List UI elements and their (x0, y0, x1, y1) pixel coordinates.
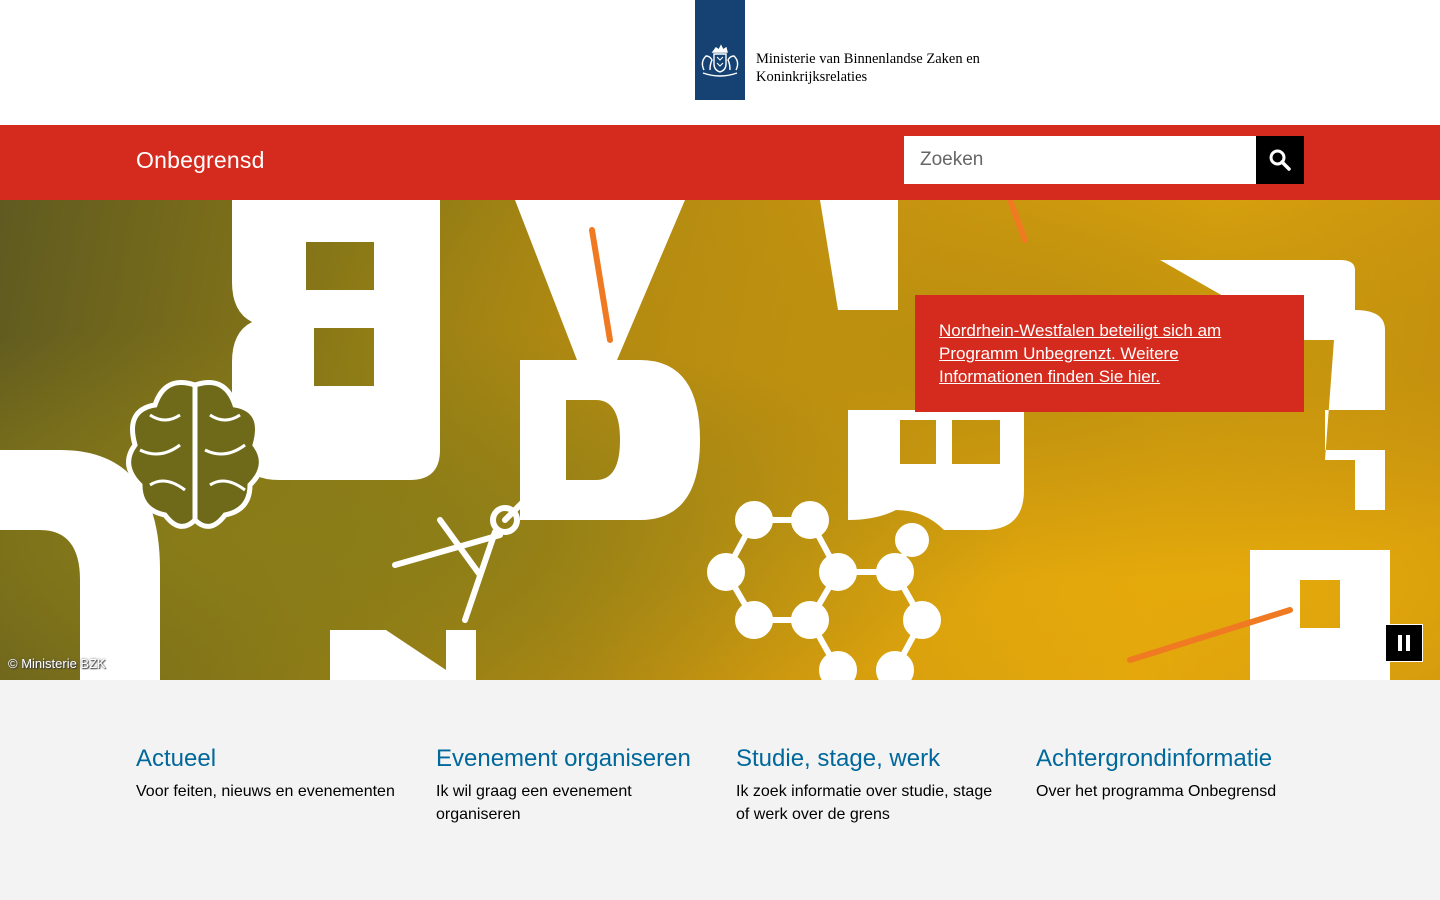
tile-description: Voor feiten, nieuws en evenementen (136, 783, 395, 800)
search-icon (1269, 149, 1291, 171)
tile-description: Ik wil graag een evenement organiseren (436, 783, 632, 823)
tile-title[interactable]: Actueel (136, 744, 406, 774)
pause-button[interactable] (1385, 624, 1423, 662)
tile-title[interactable]: Studie, stage, werk (736, 744, 1006, 774)
ministry-name[interactable]: Ministerie van Binnenlandse Zaken en Kon… (756, 50, 1016, 86)
search-button[interactable] (1256, 136, 1304, 184)
tile-title[interactable]: Evenement organiseren (436, 744, 706, 774)
site-title[interactable]: Onbegrensd (136, 147, 265, 174)
tile-description: Ik zoek informatie over studie, stage of… (736, 783, 993, 823)
tile-achtergrondinformatie: Achtergrondinformatie Over het programma… (1036, 744, 1306, 803)
tile-actueel: Actueel Voor feiten, nieuws en evenement… (136, 744, 406, 803)
ministry-name-line2: Koninkrijksrelaties (756, 69, 868, 85)
search-input[interactable] (904, 136, 1256, 184)
image-copyright: © Ministerie BZK (8, 656, 106, 671)
tile-studie-stage-werk: Studie, stage, werk Ik zoek informatie o… (736, 744, 1006, 826)
notice-link[interactable]: Nordrhein-Westfalen beteiligt sich am Pr… (939, 321, 1221, 386)
hero-illustration (0, 200, 1390, 680)
pause-icon (1398, 635, 1410, 651)
tile-evenement-organiseren: Evenement organiseren Ik wil graag een e… (436, 744, 706, 826)
tile-description: Over het programma Onbegrensd (1036, 783, 1277, 800)
government-logo[interactable] (695, 0, 745, 100)
rijkswapen-emblem-icon (701, 44, 739, 77)
ministry-name-line1: Ministerie van Binnenlandse Zaken en (756, 51, 980, 67)
tile-title[interactable]: Achtergrondinformatie (1036, 744, 1306, 774)
hero-image: Nordrhein-Westfalen beteiligt sich am Pr… (0, 200, 1440, 680)
site-header: Ministerie van Binnenlandse Zaken en Kon… (0, 0, 1440, 125)
notice-box: Nordrhein-Westfalen beteiligt sich am Pr… (915, 295, 1304, 412)
